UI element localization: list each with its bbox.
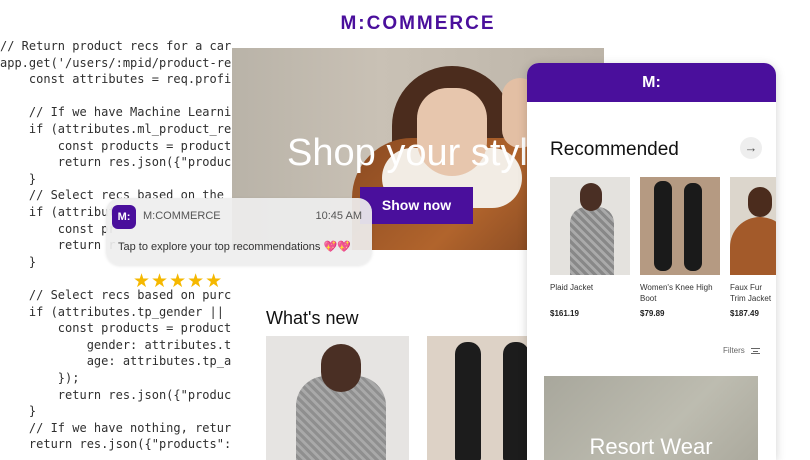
code-line: const pr [0,221,116,236]
recommended-heading: Recommended [550,139,679,160]
product-image-faux-fur-jacket[interactable] [730,177,776,275]
product-name-2[interactable]: Women's Knee High Boot [640,282,718,304]
code-line: } [0,254,37,269]
code-line: return res.json({"products": p [0,437,232,452]
product-price-2: $79.89 [640,309,665,318]
code-line: app.get('/users/:mpid/product-recs [0,55,232,70]
new-product-card-jacket[interactable] [266,336,409,460]
code-line: return res.json({"products [0,387,232,402]
code-line: return r [0,238,116,253]
resort-wear-banner[interactable]: Resort Wear [544,376,758,460]
product-name-1[interactable]: Plaid Jacket [550,282,628,293]
notification-app-name: M:COMMERCE [143,210,221,222]
code-line: // If we have nothing, return [0,420,232,435]
code-line: // Return product recs for a carou [0,39,232,53]
notification-message: Tap to explore your top recommendations … [118,241,351,253]
rating-stars: ★★★★★ [133,271,224,292]
show-now-button[interactable]: Show now [360,187,473,224]
notification-time: 10:45 AM [315,210,362,222]
model-head-image [321,344,361,392]
filter-lines-icon [751,347,761,354]
code-line: // If we have Machine Learning [0,105,232,120]
resort-wear-title: Resort Wear [589,434,713,459]
whats-new-heading: What's new [266,308,359,328]
code-line: if (attribut [0,205,116,219]
code-line: if (attributes.tp_gender || at [0,304,232,319]
code-line: } [0,171,37,186]
filters-label: Filters [723,346,745,355]
app-icon: M: [112,205,136,229]
boot-image-right [503,342,529,460]
arrow-right-icon[interactable]: → [740,137,762,159]
product-image-knee-boot[interactable] [640,177,720,275]
code-line: } [0,404,37,419]
code-line: if (attributes.ml_product_recs [0,122,232,136]
product-name-3[interactable]: Faux Fur Trim Jacket [730,282,776,304]
code-line: const attributes = req.profile [0,72,232,87]
product-image-plaid-jacket[interactable] [550,177,630,275]
code-line: }); [0,371,80,385]
mobile-app-screen: M: Recommended → Plaid Jacket Women's Kn… [527,63,776,460]
code-line: gender: attributes.tp_ [0,337,232,352]
mobile-header-logo[interactable]: M: [527,63,776,102]
code-line: return res.json({"products [0,155,232,170]
code-line: age: attributes.tp_age [0,354,232,369]
product-price-3: $187.49 [730,309,759,318]
filters-button[interactable]: Filters [723,346,761,355]
code-line: const products = productRe [0,321,232,336]
product-price-1: $161.19 [550,309,579,318]
brand-logo[interactable]: M:COMMERCE [232,13,604,35]
code-line: const products = productRe [0,138,232,153]
boot-image-left [455,342,481,460]
push-notification[interactable]: M: M:COMMERCE 10:45 AM Tap to explore yo… [106,198,372,265]
